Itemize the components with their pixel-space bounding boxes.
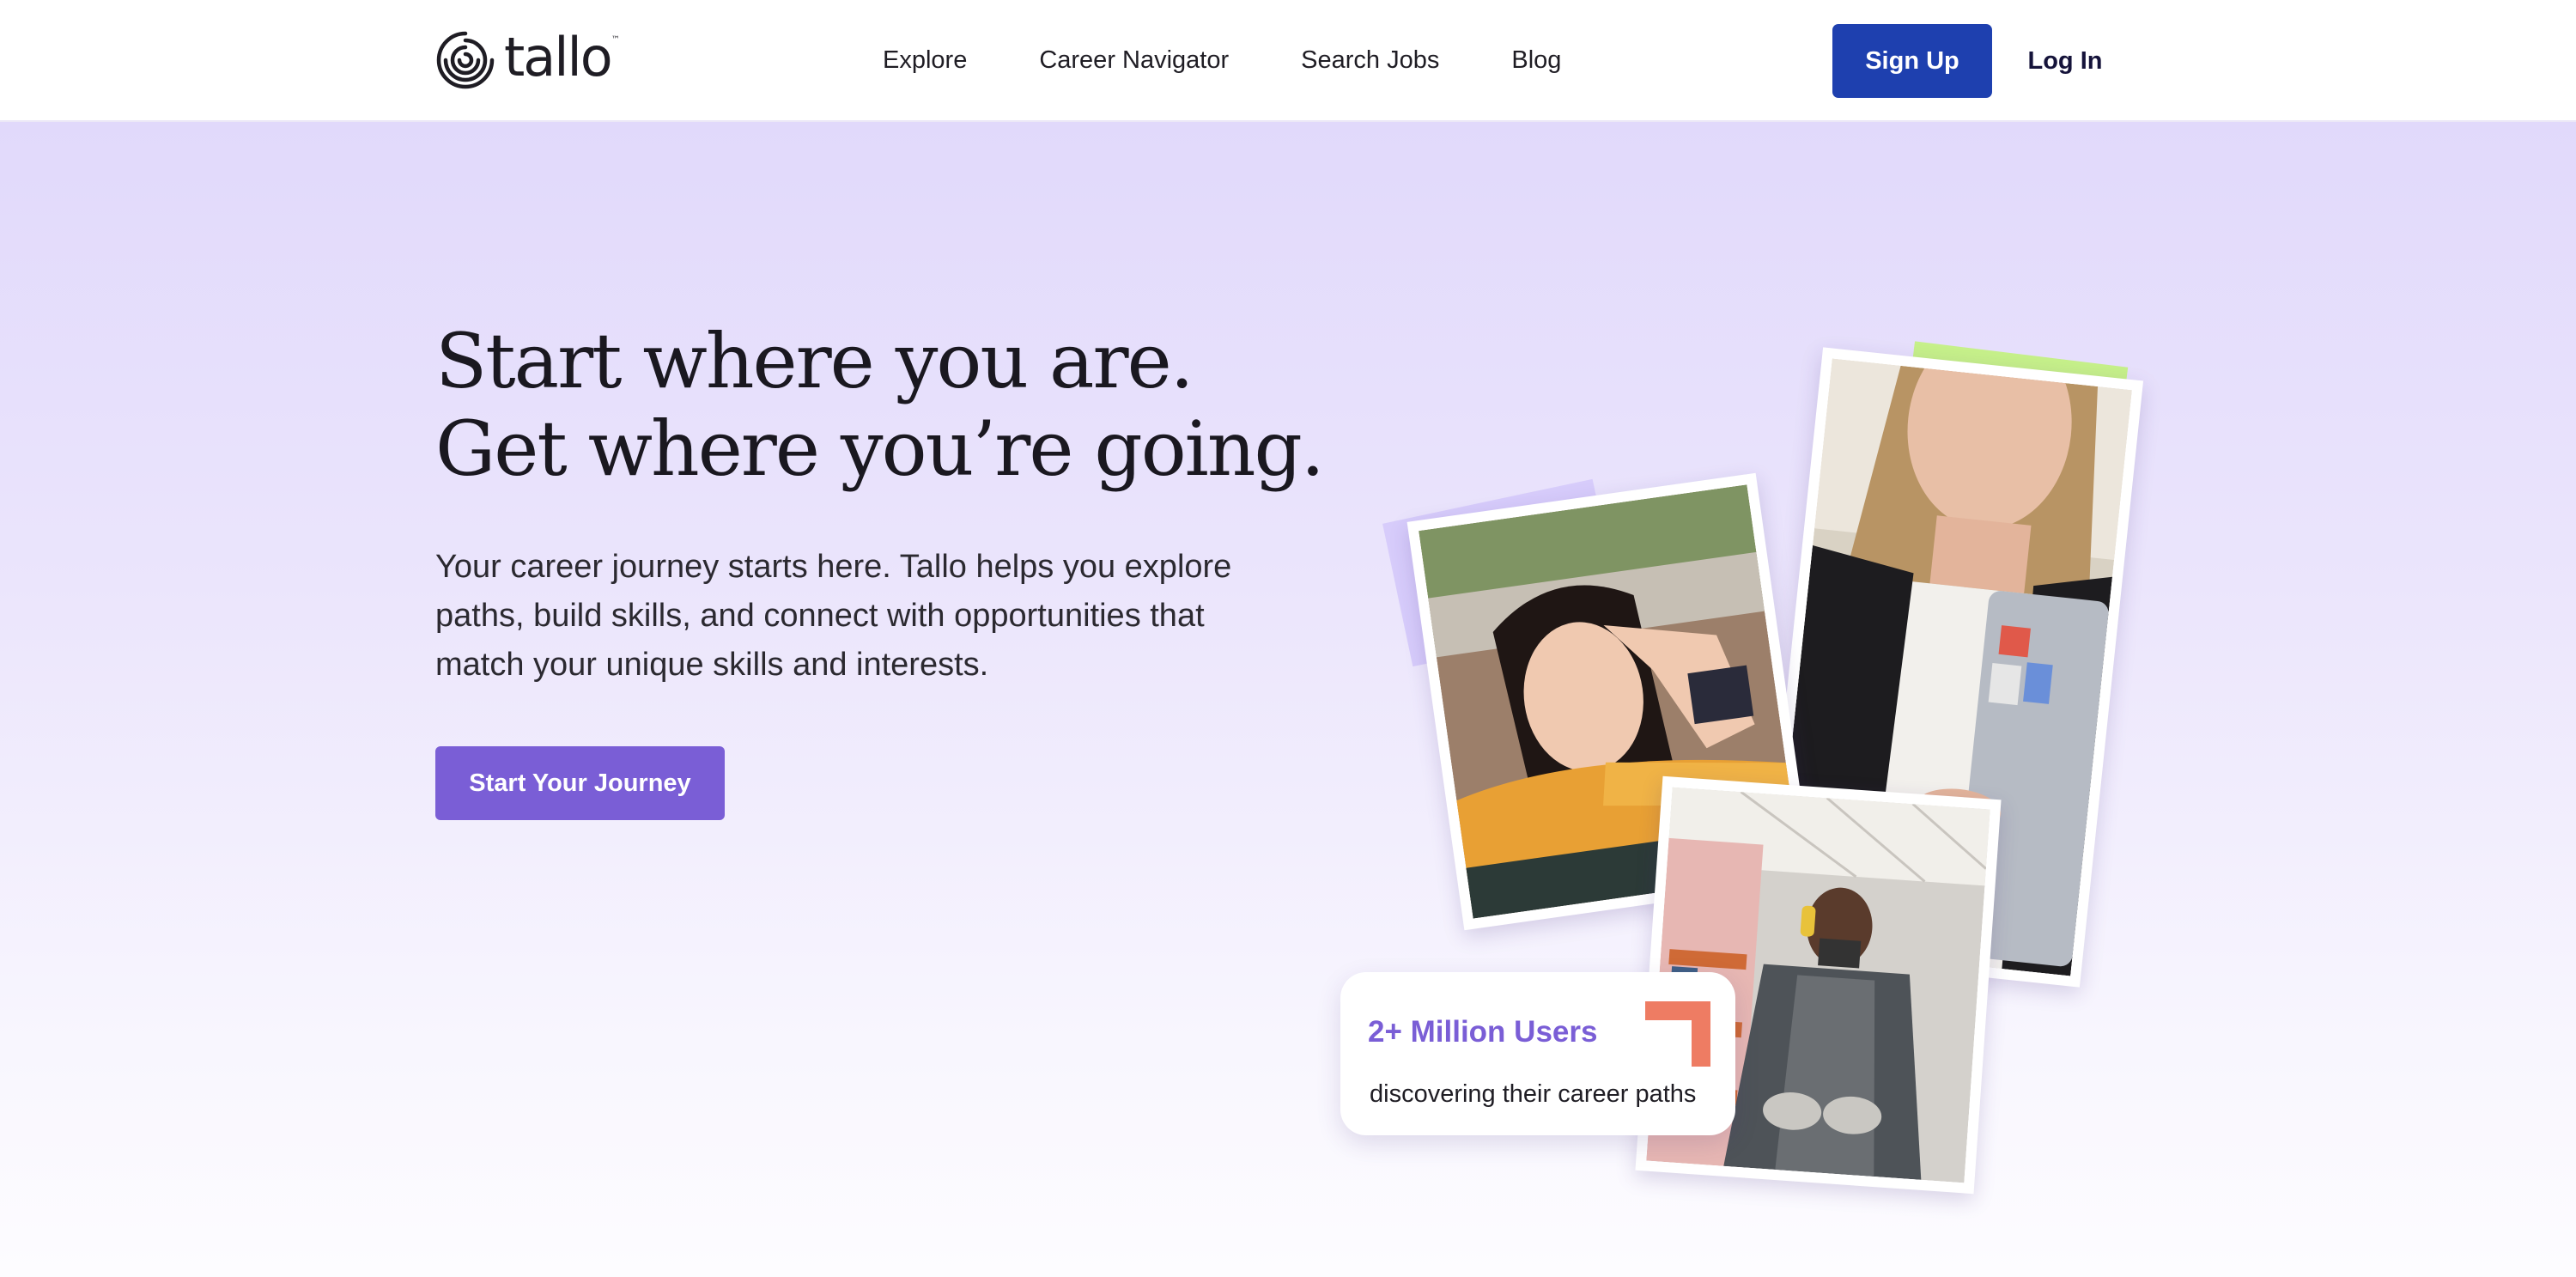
stats-title: 2+ Million Users — [1368, 1015, 1598, 1049]
nav-career-navigator[interactable]: Career Navigator — [1039, 46, 1229, 75]
tallo-logo[interactable]: tallo ™ — [435, 29, 620, 91]
hero-title: Start where you are. Get where you’re go… — [435, 317, 1325, 493]
tallo-spiral-logo-icon — [436, 31, 495, 89]
logo-text: tallo — [504, 26, 613, 88]
sign-up-button[interactable]: Sign Up — [1832, 24, 1992, 98]
hero-description: Your career journey starts here. Tallo h… — [435, 549, 1232, 683]
logo-wordmark: tallo ™ — [504, 31, 620, 84]
nav-search-jobs[interactable]: Search Jobs — [1301, 46, 1439, 75]
photo-collage: 2+ Million Users discovering their caree… — [1322, 208, 2164, 1238]
trademark-symbol: ™ — [611, 35, 620, 45]
corner-bracket-icon — [1645, 1001, 1710, 1067]
start-your-journey-button[interactable]: Start Your Journey — [435, 746, 725, 820]
hero-title-line-1: Start where you are. — [435, 317, 1194, 405]
users-stats-card: 2+ Million Users discovering their caree… — [1340, 972, 1735, 1135]
hero-section: Start where you are. Get where you’re go… — [0, 122, 2576, 1277]
nav-explore[interactable]: Explore — [883, 46, 967, 75]
log-in-button[interactable]: Log In — [2018, 24, 2112, 98]
nav-blog[interactable]: Blog — [1511, 46, 1561, 75]
hero-title-line-2: Get where you’re going. — [435, 404, 1325, 493]
main-nav: Explore Career Navigator Search Jobs Blo… — [883, 0, 1561, 120]
site-header: tallo ™ Explore Career Navigator Search J… — [0, 0, 2576, 122]
stats-subtitle: discovering their career paths — [1370, 1080, 1697, 1108]
